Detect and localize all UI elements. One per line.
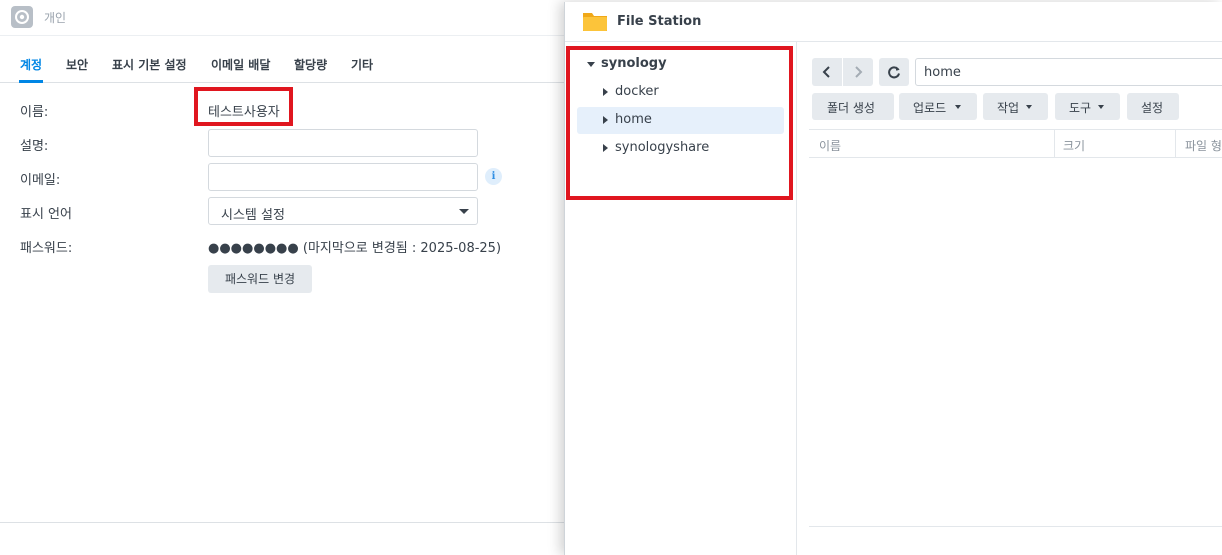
- create-folder-button[interactable]: 폴더 생성: [812, 93, 894, 120]
- tab-security[interactable]: 보안: [66, 56, 88, 73]
- chevron-down-icon: [955, 105, 961, 109]
- file-station-titlebar: File Station: [565, 2, 1222, 42]
- upload-button[interactable]: 업로드: [899, 93, 977, 120]
- column-size[interactable]: 크기: [1063, 137, 1085, 154]
- chevron-down-icon: [1026, 105, 1032, 109]
- settings-label: 설정: [1141, 101, 1164, 115]
- create-folder-label: 폴더 생성: [827, 101, 875, 115]
- change-password-button[interactable]: 패스워드 변경: [208, 265, 312, 293]
- column-name[interactable]: 이름: [819, 137, 841, 154]
- personal-tabs: 계정 보안 표시 기본 설정 이메일 배달 할당량 기타: [0, 44, 565, 83]
- file-list-bottom-divider: [809, 526, 1222, 527]
- active-tab-indicator: [19, 80, 43, 83]
- path-bar-text: home: [924, 65, 961, 80]
- tab-display-preferences[interactable]: 표시 기본 설정: [112, 56, 187, 73]
- language-label: 표시 언어: [20, 207, 72, 222]
- tab-others[interactable]: 기타: [351, 56, 373, 73]
- highlight-box-folder-tree: [566, 46, 793, 200]
- personal-app-icon: [11, 6, 33, 28]
- file-list-panel: home 폴더 생성 업로드 작업 도구 설정 이름 크기 파일 형: [797, 42, 1222, 555]
- tools-button[interactable]: 도구: [1055, 93, 1120, 120]
- name-label: 이름:: [20, 105, 49, 120]
- language-select-value: 시스템 설정: [221, 208, 285, 223]
- email-field[interactable]: [208, 163, 478, 191]
- chevron-left-icon: [822, 66, 830, 78]
- chevron-down-icon: [1098, 105, 1104, 109]
- folder-icon: [583, 13, 607, 31]
- column-separator[interactable]: [1175, 130, 1176, 158]
- action-button[interactable]: 작업: [983, 93, 1048, 120]
- action-label: 작업: [997, 101, 1020, 115]
- chevron-down-icon: [459, 209, 469, 214]
- file-station-title: File Station: [617, 14, 702, 29]
- refresh-button[interactable]: [879, 58, 909, 86]
- column-separator[interactable]: [1054, 130, 1055, 158]
- password-value: ●●●●●●●● (마지막으로 변경됨 : 2025-08-25): [208, 241, 502, 256]
- password-label: 패스워드:: [20, 241, 73, 256]
- forward-button[interactable]: [843, 58, 873, 86]
- back-button[interactable]: [812, 58, 842, 86]
- tab-quota[interactable]: 할당량: [294, 56, 327, 73]
- tools-label: 도구: [1069, 101, 1092, 115]
- language-select[interactable]: 시스템 설정: [208, 197, 478, 225]
- highlight-box-name: [194, 87, 293, 126]
- footer-divider: [0, 522, 565, 523]
- email-label: 이메일:: [20, 173, 61, 188]
- personal-window-title: 개인: [44, 11, 67, 25]
- column-file-type[interactable]: 파일 형: [1185, 137, 1222, 154]
- description-field[interactable]: [208, 129, 478, 157]
- description-label: 설명:: [20, 139, 49, 154]
- personal-titlebar: 개인: [0, 0, 565, 36]
- upload-label: 업로드: [913, 101, 947, 115]
- info-icon[interactable]: i: [485, 168, 502, 185]
- tab-account[interactable]: 계정: [20, 56, 42, 73]
- chevron-right-icon: [855, 66, 863, 78]
- settings-button[interactable]: 설정: [1127, 93, 1179, 120]
- path-bar[interactable]: home: [915, 58, 1222, 86]
- refresh-icon: [888, 66, 900, 79]
- file-list-header: 이름 크기 파일 형: [809, 129, 1222, 158]
- tab-email-delivery[interactable]: 이메일 배달: [211, 56, 270, 73]
